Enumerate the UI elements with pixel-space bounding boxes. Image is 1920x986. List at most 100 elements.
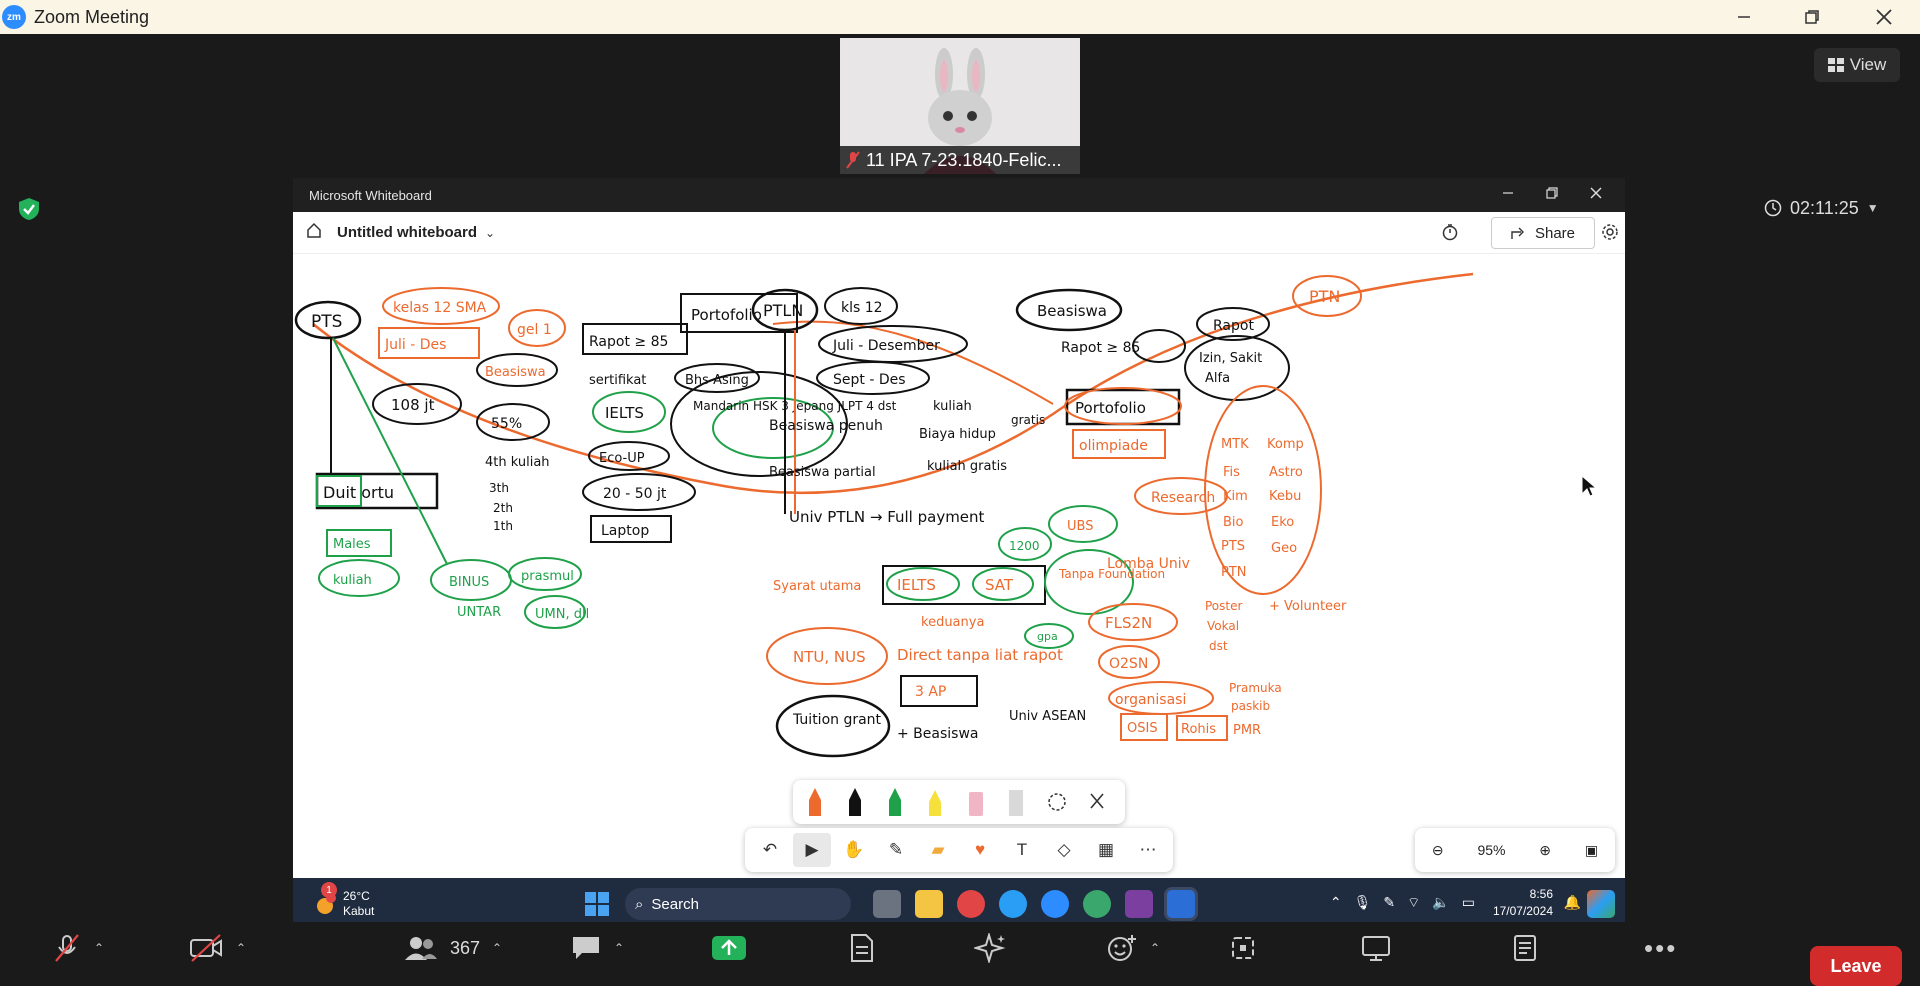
sparkle-icon bbox=[974, 933, 1006, 963]
fit-to-screen-icon[interactable]: ▣ bbox=[1585, 842, 1598, 859]
participants-caret-icon[interactable]: ⌃ bbox=[492, 941, 502, 955]
zoom-out-icon[interactable]: ⊖ bbox=[1432, 842, 1444, 859]
volume-icon[interactable]: 🔈 bbox=[1432, 894, 1449, 912]
close-window-button[interactable] bbox=[1856, 0, 1912, 34]
whiteboard-header: Untitled whiteboard ⌄ Share bbox=[293, 212, 1625, 254]
wb-close-button[interactable] bbox=[1589, 186, 1603, 203]
timer-tool-icon[interactable] bbox=[1441, 223, 1459, 246]
zoom-app-icon[interactable] bbox=[1041, 890, 1069, 918]
izin-label: Izin, Sakit bbox=[1199, 351, 1262, 366]
video-off-icon bbox=[190, 934, 222, 962]
home-icon[interactable] bbox=[305, 221, 323, 244]
bhs-asing-label: Bhs Asing bbox=[685, 373, 749, 388]
rapot-label2: Rapot bbox=[1213, 318, 1254, 334]
taskbar-clock[interactable]: 8:56 17/07/2024 bbox=[1493, 886, 1553, 920]
volunteer-label: + Volunteer bbox=[1269, 599, 1347, 614]
templates-icon[interactable]: ▦ bbox=[1087, 833, 1125, 867]
audio-options-caret-icon[interactable]: ⌃ bbox=[94, 941, 104, 955]
copilot-icon[interactable] bbox=[1587, 890, 1615, 918]
onenote-icon[interactable] bbox=[1125, 890, 1153, 918]
beasiswa-partial-label: Beasiswa partial bbox=[769, 465, 876, 480]
clock-icon bbox=[1764, 199, 1782, 217]
duit-ortu-label: Duit ortu bbox=[323, 483, 394, 502]
temperature: 26°C bbox=[343, 889, 370, 903]
pen-icon[interactable]: ✎ bbox=[1383, 894, 1395, 912]
more-button[interactable]: ••• bbox=[1644, 932, 1677, 964]
share-button[interactable]: Share bbox=[1491, 217, 1595, 249]
plus-beasiswa-label: + Beasiswa bbox=[897, 726, 978, 742]
chevron-down-icon[interactable]: ▼ bbox=[1867, 201, 1879, 215]
reactions-caret-icon[interactable]: ⌃ bbox=[1150, 941, 1160, 955]
wifi-icon[interactable]: ⌔ bbox=[1407, 894, 1420, 912]
more-icon[interactable]: ⋯ bbox=[1129, 833, 1167, 867]
lasso-icon bbox=[1048, 793, 1066, 811]
zoom-in-icon[interactable]: ⊕ bbox=[1539, 842, 1551, 859]
participants-button[interactable]: 367 ⌃ bbox=[404, 932, 502, 964]
select-arrow-icon[interactable]: ▶ bbox=[793, 833, 831, 867]
microphone-icon[interactable]: 🎙 bbox=[1354, 894, 1372, 912]
beasiswa-label: Beasiswa bbox=[485, 365, 546, 380]
chrome-icon[interactable] bbox=[957, 890, 985, 918]
participants-count: 367 bbox=[450, 937, 481, 958]
shapes-icon[interactable]: ◇ bbox=[1045, 833, 1083, 867]
participant-video-tile[interactable]: 11 IPA 7-23.1840-Felic... bbox=[840, 38, 1080, 174]
view-button[interactable]: View bbox=[1814, 48, 1900, 82]
mouse-cursor-icon bbox=[1581, 474, 1598, 497]
hand-pan-icon[interactable]: ✋ bbox=[835, 833, 873, 867]
whiteboard-title[interactable]: Untitled whiteboard bbox=[337, 224, 477, 241]
start-video-button[interactable]: ⌃ bbox=[188, 932, 246, 964]
taskbar-search-box[interactable]: ⌕ Search bbox=[625, 888, 851, 920]
text-tool-icon[interactable]: T bbox=[1003, 833, 1041, 867]
leave-button[interactable]: Leave bbox=[1810, 946, 1902, 986]
reaction-heart-icon[interactable]: ♥ bbox=[961, 833, 999, 867]
summary-button[interactable] bbox=[1510, 932, 1540, 964]
kuliah2-label: kuliah bbox=[933, 399, 972, 414]
chat-icon bbox=[573, 937, 599, 959]
restore-button[interactable] bbox=[1784, 0, 1840, 34]
file-explorer-icon[interactable] bbox=[915, 890, 943, 918]
search-placeholder: Search bbox=[651, 895, 699, 913]
pen-tray-icons bbox=[809, 788, 1104, 816]
binus-label: BINUS bbox=[449, 575, 489, 590]
o2sn-label: O2SN bbox=[1109, 656, 1148, 672]
whiteboard-app-icon[interactable] bbox=[1167, 890, 1195, 918]
minimize-button[interactable] bbox=[1716, 0, 1772, 34]
eko-label: Eko bbox=[1271, 515, 1294, 530]
pmr-label: PMR bbox=[1233, 723, 1261, 738]
battery-icon[interactable]: ▭ bbox=[1462, 894, 1475, 912]
system-tray[interactable]: ⌃ 🎙 ✎ ⌔ 🔈 ▭ bbox=[1330, 894, 1475, 912]
chevron-down-icon[interactable]: ⌄ bbox=[485, 226, 495, 240]
whiteboards-button[interactable] bbox=[1360, 932, 1392, 964]
wb-minimize-button[interactable] bbox=[1501, 186, 1515, 203]
chat-caret-icon[interactable]: ⌃ bbox=[614, 941, 624, 955]
apps-button[interactable] bbox=[1228, 932, 1258, 964]
photos-icon[interactable] bbox=[1083, 890, 1111, 918]
unmute-button[interactable]: ⌃ bbox=[52, 932, 104, 964]
meeting-timer[interactable]: 02:11:25 ▼ bbox=[1764, 192, 1904, 224]
ielts2-label: IELTS bbox=[897, 576, 936, 594]
notes-button[interactable] bbox=[846, 932, 876, 964]
whiteboard-title-bar: Microsoft Whiteboard bbox=[293, 178, 1625, 212]
sticky-note-icon[interactable]: ▰ bbox=[919, 833, 957, 867]
task-view-icon[interactable] bbox=[873, 890, 901, 918]
share-screen-button[interactable] bbox=[710, 932, 748, 964]
undo-icon[interactable]: ↶ bbox=[751, 833, 789, 867]
pramuka-label: Pramuka bbox=[1229, 681, 1282, 695]
wb-restore-button[interactable] bbox=[1545, 186, 1559, 203]
kuliah-gratis-label: kuliah gratis bbox=[927, 459, 1007, 474]
chevron-up-icon[interactable]: ⌃ bbox=[1330, 894, 1342, 912]
reactions-button[interactable]: ⌃ bbox=[1106, 932, 1160, 964]
ptn2-label: PTN bbox=[1221, 565, 1247, 580]
settings-gear-icon[interactable] bbox=[1601, 223, 1619, 246]
poster-label: Poster bbox=[1205, 599, 1242, 613]
chat-button[interactable]: ⌃ bbox=[570, 932, 624, 964]
notification-badge: 1 bbox=[321, 882, 337, 898]
windows-start-icon[interactable] bbox=[583, 890, 611, 918]
pen-tool-icon[interactable]: ✎ bbox=[877, 833, 915, 867]
security-shield-icon[interactable] bbox=[16, 196, 42, 222]
notification-bell-icon[interactable]: 🔔 bbox=[1564, 894, 1581, 911]
rapot-label: Rapot ≥ 85 bbox=[589, 334, 668, 350]
video-options-caret-icon[interactable]: ⌃ bbox=[236, 941, 246, 955]
ai-companion-button[interactable] bbox=[974, 932, 1008, 964]
edge-icon[interactable] bbox=[999, 890, 1027, 918]
